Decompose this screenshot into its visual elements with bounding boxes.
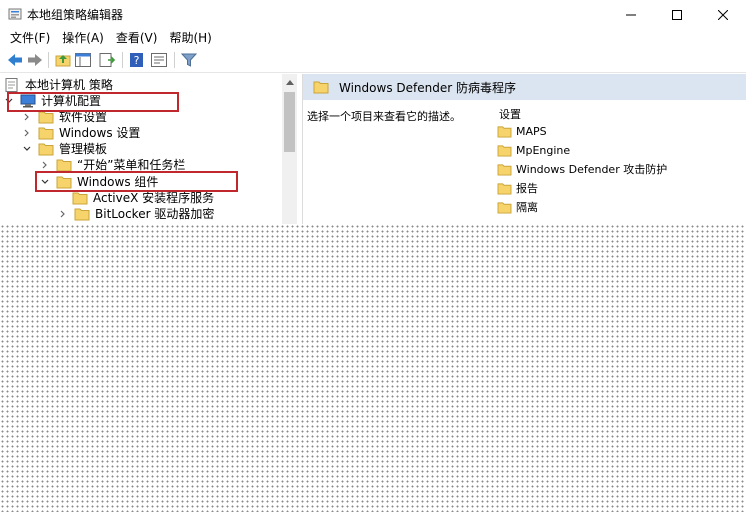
list-item-label: 隔离 [516,201,538,214]
menu-bar: 文件(F) 操作(A) 查看(V) 帮助(H) [0,29,746,47]
show-hide-tree-icon[interactable] [74,52,92,68]
scroll-up-button[interactable] [282,74,297,89]
tree-item-label: Windows 设置 [59,126,141,140]
minimize-icon [626,14,636,15]
highlight-windows-components [35,171,238,192]
tree-item-activex[interactable]: ActiveX 安装程序服务 [72,190,214,206]
highlight-computer-config [7,92,179,112]
folder-icon [38,111,54,124]
folder-icon [497,201,512,214]
folder-icon [56,159,72,172]
export-list-icon[interactable] [98,52,116,68]
chevron-right-icon[interactable] [22,125,32,141]
close-button[interactable] [700,0,746,29]
list-item-label: 报告 [516,182,538,195]
tree-item-label: BitLocker 驱动器加密 [95,207,215,221]
list-item-exploit-guard[interactable]: Windows Defender 攻击防护 [497,160,667,178]
back-arrow-icon[interactable] [6,52,24,68]
menu-file[interactable]: 文件(F) [4,29,56,47]
window: 本地组策略编辑器 文件(F) 操作(A) 查看(V) 帮助(H) ? 本地计算机… [0,0,746,512]
group-policy-app-icon [8,8,22,20]
maximize-icon [672,9,682,20]
minimize-button[interactable] [608,0,654,29]
folder-icon [497,163,512,176]
chevron-right-icon[interactable] [58,206,68,222]
svg-text:?: ? [134,54,140,67]
tree-item-local-policy[interactable]: 本地计算机 策略 [4,77,113,93]
maximize-button[interactable] [654,0,700,29]
tree-scrollbar[interactable] [282,74,297,224]
arrow-up-icon [285,79,294,85]
menu-action[interactable]: 操作(A) [56,29,110,47]
filter-icon[interactable] [180,52,198,68]
title-bar: 本地组策略编辑器 [0,0,746,29]
folder-icon [497,125,512,138]
help-icon[interactable]: ? [128,52,146,68]
column-header-setting[interactable]: 设置 [499,106,521,122]
menu-help[interactable]: 帮助(H) [163,29,217,47]
list-item-reporting[interactable]: 报告 [497,179,538,197]
toolbar-separator [48,52,49,68]
scroll-thumb[interactable] [284,92,295,152]
folder-icon [74,208,90,221]
list-item-label: MAPS [516,124,547,138]
tree-item-label: 本地计算机 策略 [25,78,113,92]
toolbar: ? [0,48,746,73]
list-item-label: MpEngine [516,143,571,157]
list-item-maps[interactable]: MAPS [497,122,547,140]
details-header: Windows Defender 防病毒程序 [303,74,746,100]
list-item-quarantine[interactable]: 隔离 [497,198,538,216]
tree-item-windows-settings[interactable]: Windows 设置 [22,125,140,141]
close-icon [718,9,728,20]
details-title: Windows Defender 防病毒程序 [339,80,516,95]
list-item-mpengine[interactable]: MpEngine [497,141,570,159]
policy-document-icon [5,78,18,92]
masked-area [0,224,746,512]
folder-icon [497,144,512,157]
tree-item-admin-templates[interactable]: 管理模板 [22,141,107,157]
tree-item-bitlocker[interactable]: BitLocker 驱动器加密 [58,206,214,222]
list-item-label: Windows Defender 攻击防护 [516,163,668,176]
details-pane: Windows Defender 防病毒程序 选择一个项目来查看它的描述。 设置… [302,74,746,224]
tree-item-label: ActiveX 安装程序服务 [93,191,215,205]
window-title: 本地组策略编辑器 [27,8,124,22]
folder-icon [313,81,329,94]
folder-icon [497,182,512,195]
folder-icon [38,143,54,156]
properties-icon[interactable] [150,52,168,68]
description-text: 选择一个项目来查看它的描述。 [307,110,461,123]
toolbar-separator [122,52,123,68]
chevron-down-icon[interactable] [22,141,32,157]
folder-icon [38,127,54,140]
menu-view[interactable]: 查看(V) [110,29,164,47]
folder-icon [72,192,88,205]
tree-item-label: 管理模板 [59,142,108,156]
toolbar-separator [174,52,175,68]
forward-arrow-icon[interactable] [26,52,44,68]
up-folder-icon[interactable] [54,52,72,68]
